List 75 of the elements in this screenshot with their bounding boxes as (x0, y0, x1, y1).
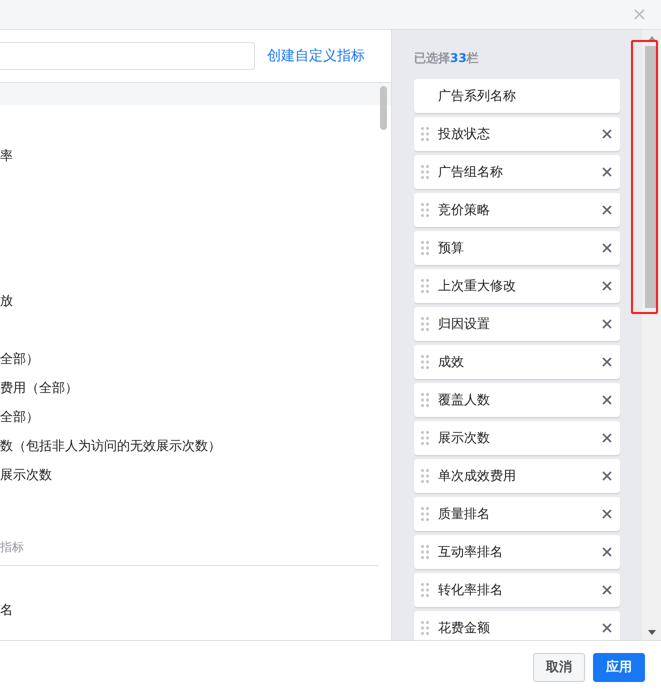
metric-option[interactable]: 全部） (0, 350, 39, 368)
column-label: 花费金额 (438, 620, 491, 637)
drag-handle-icon[interactable] (421, 393, 429, 407)
column-label: 预算 (438, 240, 465, 257)
metric-option[interactable]: 名 (0, 600, 13, 618)
column-label: 投放状态 (438, 126, 491, 143)
column-card[interactable]: 覆盖人数 (414, 383, 620, 417)
drag-handle-icon[interactable] (421, 355, 429, 369)
column-label: 广告组名称 (438, 164, 504, 181)
drag-handle-icon[interactable] (421, 317, 429, 331)
drag-handle-icon[interactable] (421, 431, 429, 445)
selected-count-title: 已选择33栏 (414, 51, 479, 65)
column-card[interactable]: 互动率排名 (414, 535, 620, 569)
remove-icon[interactable] (602, 281, 612, 291)
remove-icon[interactable] (602, 547, 612, 557)
drag-handle-icon[interactable] (421, 507, 429, 521)
column-label: 质量排名 (438, 506, 491, 523)
column-card[interactable]: 投放状态 (414, 117, 620, 151)
column-card[interactable]: 预算 (414, 231, 620, 265)
drag-handle-icon[interactable] (421, 469, 429, 483)
remove-icon[interactable] (602, 395, 612, 405)
column-label: 竞价策略 (438, 202, 491, 219)
column-label: 互动率排名 (438, 544, 504, 561)
search-field[interactable] (0, 42, 255, 70)
scrollbar-thumb[interactable] (380, 86, 387, 130)
column-card[interactable]: 归因设置 (414, 307, 620, 341)
metric-option[interactable]: 放 (0, 292, 13, 310)
cancel-button[interactable]: 取消 (533, 652, 585, 682)
remove-icon[interactable] (602, 509, 612, 519)
scroll-up-icon[interactable] (648, 36, 656, 41)
scroll-down-icon[interactable] (648, 630, 656, 635)
column-card[interactable]: 广告组名称 (414, 155, 620, 189)
remove-icon[interactable] (602, 623, 612, 633)
column-card[interactable]: 成效 (414, 345, 620, 379)
column-card[interactable]: 展示次数 (414, 421, 620, 455)
column-label: 归因设置 (438, 316, 491, 333)
metric-option[interactable]: 全部） (0, 408, 39, 426)
remove-icon[interactable] (602, 243, 612, 253)
drag-handle-icon[interactable] (421, 127, 429, 141)
remove-icon[interactable] (602, 471, 612, 481)
drag-handle-icon[interactable] (421, 279, 429, 293)
section-heading: 指标 (0, 539, 24, 556)
remove-icon[interactable] (602, 433, 612, 443)
column-card[interactable]: 广告系列名称 (414, 79, 620, 113)
drag-handle-icon[interactable] (421, 545, 429, 559)
create-metric-link[interactable]: 创建自定义指标 (267, 47, 365, 65)
metric-option[interactable]: 费用（全部） (0, 378, 78, 396)
remove-icon[interactable] (602, 319, 612, 329)
remove-icon[interactable] (602, 167, 612, 177)
drag-handle-icon[interactable] (421, 165, 429, 179)
column-card[interactable]: 转化率排名 (414, 573, 620, 607)
metric-option[interactable]: 展示次数 (0, 466, 52, 484)
remove-icon[interactable] (602, 129, 612, 139)
column-card[interactable]: 单次成效费用 (414, 459, 620, 493)
column-label: 转化率排名 (438, 582, 504, 599)
column-label: 广告系列名称 (438, 88, 517, 105)
remove-icon[interactable] (602, 585, 612, 595)
drag-handle-icon[interactable] (421, 583, 429, 597)
column-label: 上次重大修改 (438, 278, 517, 295)
column-label: 展示次数 (438, 430, 491, 447)
remove-icon[interactable] (602, 357, 612, 367)
metric-option[interactable]: 数（包括非人为访问的无效展示次数） (0, 436, 221, 454)
column-card[interactable]: 质量排名 (414, 497, 620, 531)
column-card[interactable]: 竞价策略 (414, 193, 620, 227)
drag-handle-icon[interactable] (421, 203, 429, 217)
column-card[interactable]: 花费金额 (414, 611, 620, 640)
drag-handle-icon[interactable] (421, 241, 429, 255)
remove-icon[interactable] (602, 205, 612, 215)
column-label: 成效 (438, 354, 465, 371)
drag-handle-icon[interactable] (421, 621, 429, 635)
apply-button[interactable]: 应用 (593, 652, 645, 682)
metric-option[interactable]: 率 (0, 146, 13, 164)
column-card[interactable]: 上次重大修改 (414, 269, 620, 303)
column-label: 覆盖人数 (438, 392, 491, 409)
column-label: 单次成效费用 (438, 468, 517, 485)
